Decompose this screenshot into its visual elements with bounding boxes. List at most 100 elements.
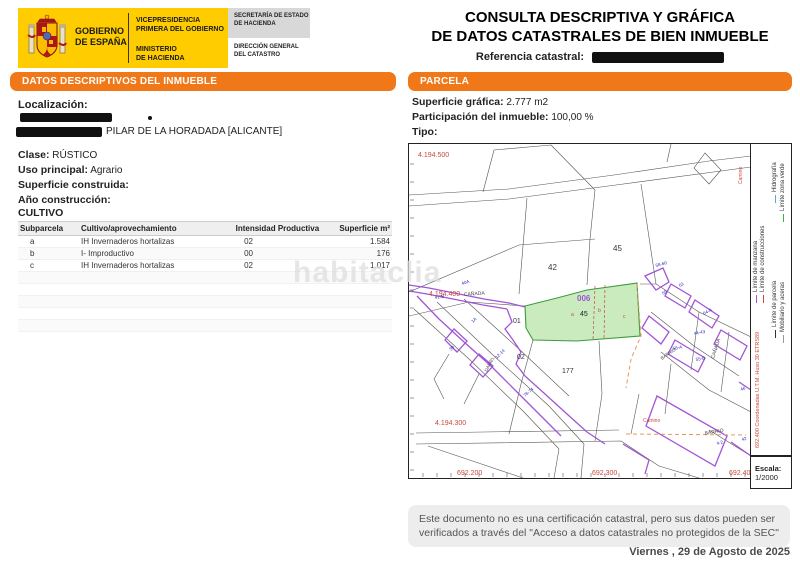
table-row-empty — [18, 308, 392, 320]
redacted-ref-catastral — [592, 52, 724, 63]
utm-coordinates-note: 692.400 Coordenadas U.T.M. Huso 30 ETRS8… — [755, 143, 761, 453]
map-label: b — [598, 308, 601, 314]
map-label: 58-60 — [655, 260, 668, 268]
map-label: 692.200 — [457, 470, 482, 477]
cell: b — [18, 248, 79, 260]
map-label: 56-A — [672, 344, 682, 351]
map-legend-sidebar: Límite de parcelaHidrografíaMobiliario y… — [750, 143, 792, 456]
parcela-fields: Superficie gráfica: 2.777 m2 Participaci… — [412, 95, 594, 140]
map-labels-layer: 4.194.5004.194.4004.194.300692.200692.30… — [418, 152, 751, 477]
cell: 176 — [321, 248, 392, 260]
map-label: 177 — [562, 368, 574, 375]
title-line-2: DE DATOS CATASTRALES DE BIEN INMUEBLE — [408, 27, 792, 46]
address-line-2: PILAR DE LA HORADADA [ALICANTE] — [16, 126, 282, 137]
cadastral-document: GOBIERNO DE ESPAÑA VICEPRESIDENCIA PRIME… — [0, 0, 800, 565]
map-label: Camino — [643, 418, 660, 424]
cell: IH Invernaderos hortalizas — [79, 236, 208, 248]
field-superficie-grafica: Superficie gráfica: 2.777 m2 — [412, 95, 594, 110]
escala-label: Escala: — [755, 464, 791, 473]
cell: IH Invernaderos hortalizas — [79, 260, 208, 272]
cell: a — [18, 236, 79, 248]
map-label: 40A — [461, 279, 470, 286]
field-uso-principal: Uso principal: Agrario — [18, 163, 388, 178]
cell: 00 — [208, 248, 321, 260]
map-label: BARRIO — [704, 428, 724, 437]
legend-entry: Límite zona verde — [780, 163, 787, 222]
legend-label: Mobiliario y aceras — [780, 282, 787, 332]
map-label: 4.194.500 — [418, 152, 449, 159]
document-date: Viernes , 29 de Agosto de 2025 — [408, 546, 790, 558]
map-label: a — [571, 312, 574, 318]
localizacion-label: Localización: — [18, 99, 88, 111]
vicepresidencia-title: VICEPRESIDENCIA PRIMERA DEL GOBIERNO — [136, 17, 224, 34]
field-participacion: Participación del inmueble: 100,00 % — [412, 110, 594, 125]
table-row-empty — [18, 272, 392, 284]
map-label: 42 — [741, 436, 748, 442]
map-drawing: 4.194.5004.194.4004.194.300692.200692.30… — [409, 144, 751, 478]
cell: 02 — [208, 260, 321, 272]
map-label: 78-74 — [522, 386, 534, 398]
legend-label: Límite zona verde — [780, 163, 787, 211]
col-cultivo: Cultivo/aprovechamiento — [79, 222, 208, 236]
municipio-label: PILAR DE LA HORADADA [ALICANTE] — [106, 126, 282, 137]
ministerio-title: MINISTERIO DE HACIENDA — [136, 46, 185, 63]
section-bar-datos-descriptivos: DATOS DESCRIPTIVOS DEL INMUEBLE — [10, 72, 396, 91]
field-ano-construccion: Año construcción: — [18, 193, 388, 208]
cell: I- Improductivo — [79, 248, 208, 260]
cadastral-map[interactable]: 4.194.5004.194.4004.194.300692.200692.30… — [408, 143, 752, 479]
secretaria-box: SECRETARÍA DE ESTADO DE HACIENDA — [228, 8, 310, 38]
legend-entry: Límite de parcela — [772, 281, 779, 338]
map-label: 59 — [661, 289, 668, 296]
col-subparcela: Subparcela — [18, 222, 79, 236]
col-intensidad: Intensidad Productiva — [208, 222, 321, 236]
ref-catastral-label: Referencia catastral: — [476, 51, 584, 63]
logo-divider — [128, 13, 129, 63]
legend-entry: Hidrografía — [772, 162, 779, 203]
map-label: CAÑADA — [464, 290, 486, 298]
scale-box: Escala: 1/2000 — [750, 456, 792, 489]
legend-label: Límite de construcciones — [760, 226, 767, 292]
title-line-1: CONSULTA DESCRIPTIVA Y GRÁFICA — [408, 8, 792, 27]
cultivo-header-row: Subparcela Cultivo/aprovechamiento Inten… — [18, 222, 392, 236]
escala-value: 1/2000 — [755, 473, 791, 482]
map-label: 01 — [513, 318, 521, 325]
legend-label: Hidrografía — [772, 162, 779, 192]
table-row: aIH Invernaderos hortalizas021.584 — [18, 236, 392, 248]
legend-row: Mobiliario y aceras Límite zona verde — [780, 143, 787, 453]
cultivo-title: CULTIVO — [18, 207, 63, 219]
map-label: 12-14 — [494, 348, 506, 360]
table-row: cIH Invernaderos hortalizas021.017 — [18, 260, 392, 272]
cell: 1.584 — [321, 236, 392, 248]
property-fields: Clase: RÚSTICO Uso principal: Agrario Su… — [18, 148, 388, 208]
map-label: 45 — [613, 244, 622, 253]
field-tipo: Tipo: — [412, 125, 594, 140]
legend-marker — [783, 335, 785, 343]
map-label: 41-B — [434, 294, 444, 300]
cell: 02 — [208, 236, 321, 248]
map-label: 64-A — [702, 307, 713, 316]
legend-marker — [775, 330, 777, 338]
map-label: 692.40 — [729, 470, 751, 477]
map-label: 39 — [448, 344, 455, 351]
map-label: 692.300 — [592, 470, 617, 477]
legend-row: Límite de parcela Hidrografía — [772, 143, 779, 453]
table-row-empty — [18, 296, 392, 308]
map-label: 02 — [517, 354, 525, 361]
cell: 1.017 — [321, 260, 392, 272]
map-label: 006 — [577, 294, 591, 303]
government-logo-block: GOBIERNO DE ESPAÑA VICEPRESIDENCIA PRIME… — [18, 8, 228, 68]
legend-marker — [775, 195, 777, 203]
map-label: 44-43 — [693, 329, 706, 336]
cultivo-table-body: aIH Invernaderos hortalizas021.584bI- Im… — [18, 236, 392, 332]
redacted-address-line-2 — [16, 127, 102, 137]
legend-marker — [783, 214, 785, 222]
gobierno-title: GOBIERNO DE ESPAÑA — [75, 26, 127, 48]
col-superficie: Superficie m² — [321, 222, 392, 236]
legend-entry: Mobiliario y aceras — [780, 282, 787, 343]
field-clase: Clase: RÚSTICO — [18, 148, 388, 163]
field-superficie-construida: Superficie construida: — [18, 178, 388, 193]
certification-note: Este documento no es una certificación c… — [408, 505, 790, 547]
spain-coat-of-arms-icon — [26, 13, 68, 63]
legend-label: Límite de parcela — [772, 281, 779, 327]
table-row: bI- Improductivo00176 — [18, 248, 392, 260]
